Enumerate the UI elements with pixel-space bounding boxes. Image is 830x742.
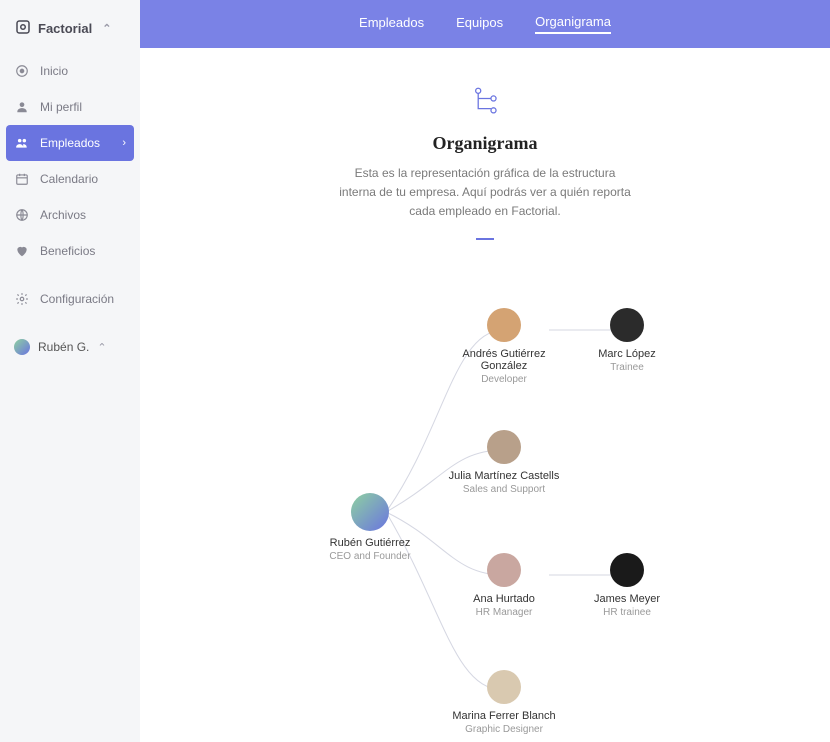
org-node-julia[interactable]: Julia Martínez Castells Sales and Suppor… (444, 430, 564, 495)
main-pane: Empleados Equipos Organigrama Organigram… (140, 0, 830, 742)
nav-label: Calendario (40, 172, 98, 186)
sidebar-item-miperfil[interactable]: Mi perfil (0, 89, 140, 125)
nav-label: Empleados (40, 136, 100, 150)
node-role: HR Manager (444, 607, 564, 618)
org-node-andres[interactable]: Andrés Gutiérrez González Developer (444, 308, 564, 385)
tab-organigrama[interactable]: Organigrama (535, 14, 611, 34)
sidebar-item-beneficios[interactable]: Beneficios (0, 233, 140, 269)
node-role: Graphic Designer (444, 724, 564, 735)
avatar (487, 430, 521, 464)
sidebar-item-archivos[interactable]: Archivos (0, 197, 140, 233)
org-node-marina[interactable]: Marina Ferrer Blanch Graphic Designer (444, 670, 564, 735)
brand-icon (14, 18, 32, 39)
sidebar: Factorial ⌃ Inicio Mi perfil Empleados ›… (0, 0, 140, 742)
org-node-james[interactable]: James Meyer HR trainee (567, 553, 687, 618)
person-icon (14, 99, 30, 115)
tabs-bar: Empleados Equipos Organigrama (140, 0, 830, 48)
brand-name: Factorial (38, 21, 92, 36)
user-name: Rubén G. (38, 340, 89, 354)
calendar-icon (14, 171, 30, 187)
node-role: Sales and Support (444, 484, 564, 495)
home-icon (14, 63, 30, 79)
sidebar-user-row[interactable]: Rubén G. ⌃ (0, 329, 140, 365)
org-node-ana[interactable]: Ana Hurtado HR Manager (444, 553, 564, 618)
node-role: CEO and Founder (310, 551, 430, 562)
node-name: Marina Ferrer Blanch (444, 710, 564, 722)
avatar (487, 553, 521, 587)
avatar (487, 308, 521, 342)
nav-label: Beneficios (40, 244, 95, 258)
gear-icon (14, 291, 30, 307)
globe-icon (14, 207, 30, 223)
node-name: Andrés Gutiérrez González (444, 348, 564, 372)
orgchart-canvas: Rubén Gutiérrez CEO and Founder Andrés G… (164, 250, 806, 720)
node-role: Developer (444, 374, 564, 385)
chevron-down-icon: ⌃ (97, 341, 106, 354)
avatar (610, 553, 644, 587)
page-title: Organigrama (275, 133, 695, 154)
org-node-marc[interactable]: Marc López Trainee (567, 308, 687, 373)
nav-label: Mi perfil (40, 100, 82, 114)
nav-label: Inicio (40, 64, 68, 78)
nav-label: Configuración (40, 292, 114, 306)
avatar (610, 308, 644, 342)
page-description: Esta es la representación gráfica de la … (335, 164, 635, 222)
avatar (14, 339, 30, 355)
chevron-down-icon: ⌃ (102, 22, 111, 35)
org-node-root[interactable]: Rubén Gutiérrez CEO and Founder (310, 493, 430, 562)
node-name: Ana Hurtado (444, 593, 564, 605)
brand-row[interactable]: Factorial ⌃ (0, 18, 140, 53)
page-header: Organigrama Esta es la representación gr… (275, 84, 695, 240)
node-role: HR trainee (567, 607, 687, 618)
divider (476, 238, 494, 240)
orgchart-icon (468, 84, 502, 123)
avatar (351, 493, 389, 531)
node-name: James Meyer (567, 593, 687, 605)
app-shell: Factorial ⌃ Inicio Mi perfil Empleados ›… (0, 0, 830, 742)
nav-list: Inicio Mi perfil Empleados › Calendario … (0, 53, 140, 269)
chevron-right-icon: › (122, 137, 126, 149)
node-role: Trainee (567, 362, 687, 373)
tab-equipos[interactable]: Equipos (456, 15, 503, 33)
people-icon (14, 135, 30, 151)
node-name: Rubén Gutiérrez (310, 537, 430, 549)
heart-icon (14, 243, 30, 259)
sidebar-item-inicio[interactable]: Inicio (0, 53, 140, 89)
tab-empleados[interactable]: Empleados (359, 15, 424, 33)
node-name: Marc López (567, 348, 687, 360)
nav-label: Archivos (40, 208, 86, 222)
sidebar-item-calendario[interactable]: Calendario (0, 161, 140, 197)
node-name: Julia Martínez Castells (444, 470, 564, 482)
avatar (487, 670, 521, 704)
sidebar-item-empleados[interactable]: Empleados › (6, 125, 134, 161)
content-area: Organigrama Esta es la representación gr… (140, 48, 830, 720)
sidebar-item-configuracion[interactable]: Configuración (0, 281, 140, 317)
